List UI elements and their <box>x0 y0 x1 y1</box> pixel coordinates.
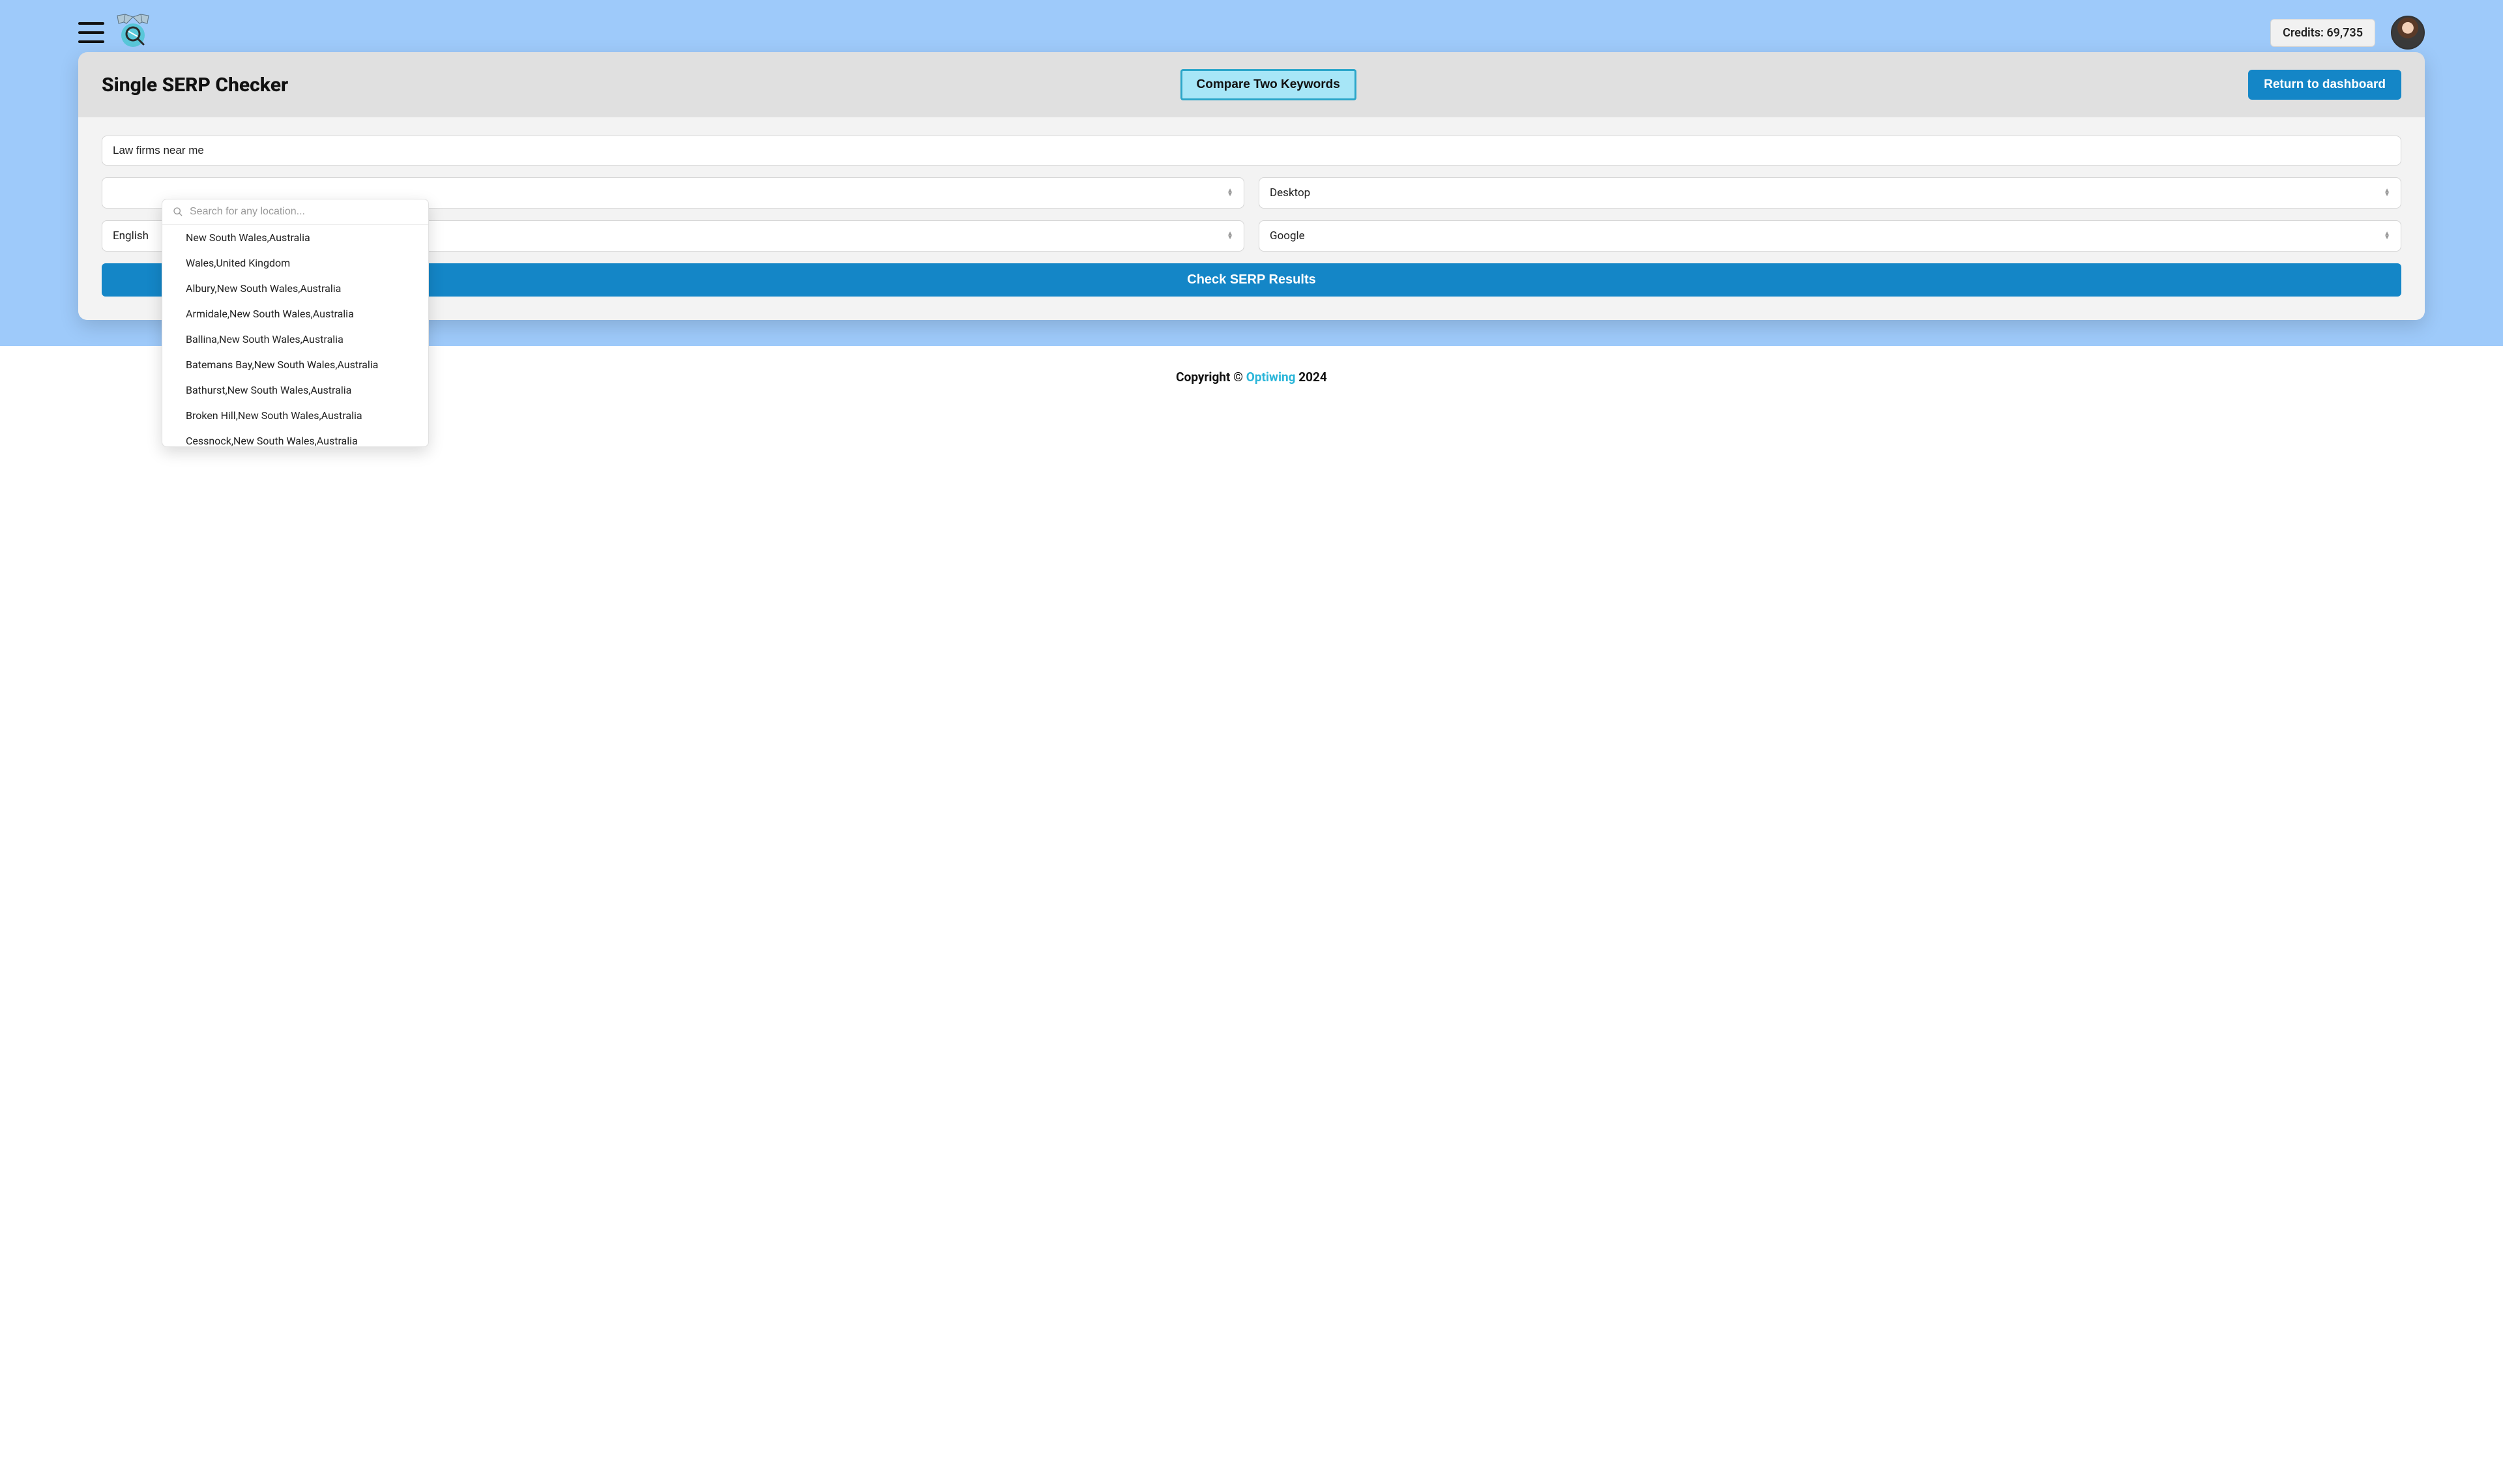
location-option[interactable]: Armidale,New South Wales,Australia <box>162 301 428 327</box>
device-select[interactable]: Desktop ▲▼ <box>1259 177 2401 209</box>
location-dropdown: New South Wales,AustraliaWales,United Ki… <box>162 199 429 447</box>
menu-hamburger-button[interactable] <box>78 22 104 43</box>
main-card: Single SERP Checker Compare Two Keywords… <box>78 52 2425 320</box>
chevron-updown-icon: ▲▼ <box>2384 232 2390 240</box>
return-dashboard-button[interactable]: Return to dashboard <box>2248 70 2401 100</box>
chevron-updown-icon: ▲▼ <box>2384 189 2390 197</box>
location-option[interactable]: Ballina,New South Wales,Australia <box>162 327 428 352</box>
keyword-input[interactable] <box>102 136 2401 166</box>
page-title: Single SERP Checker <box>102 74 288 96</box>
location-option[interactable]: Cessnock,New South Wales,Australia <box>162 428 428 446</box>
credits-badge: Credits: 69,735 <box>2270 19 2375 47</box>
location-option[interactable]: Albury,New South Wales,Australia <box>162 276 428 301</box>
language-selected-label: English <box>113 229 149 242</box>
location-search-input[interactable] <box>190 206 418 218</box>
location-option[interactable]: Wales,United Kingdom <box>162 250 428 276</box>
compare-keywords-button[interactable]: Compare Two Keywords <box>1180 69 1356 100</box>
search-icon <box>173 207 183 217</box>
engine-select[interactable]: Google ▲▼ <box>1259 220 2401 252</box>
location-option[interactable]: Broken Hill,New South Wales,Australia <box>162 403 428 428</box>
footer-suffix: 2024 <box>1296 370 1327 385</box>
avatar[interactable] <box>2391 16 2425 50</box>
location-option[interactable]: Batemans Bay,New South Wales,Australia <box>162 352 428 377</box>
logo-icon <box>112 12 154 53</box>
location-option[interactable]: New South Wales,Australia <box>162 225 428 250</box>
check-serp-button[interactable]: Check SERP Results <box>102 263 2401 297</box>
footer-prefix: Copyright © <box>1176 370 1246 385</box>
chevron-updown-icon: ▲▼ <box>1227 189 1233 197</box>
engine-selected-label: Google <box>1270 229 1305 242</box>
credits-label: Credits: 69,735 <box>2283 26 2363 40</box>
footer-brand-link[interactable]: Optiwing <box>1246 370 1296 385</box>
chevron-updown-icon: ▲▼ <box>1227 232 1233 240</box>
location-option[interactable]: Bathurst,New South Wales,Australia <box>162 377 428 403</box>
device-selected-label: Desktop <box>1270 186 1310 199</box>
location-options-list: New South Wales,AustraliaWales,United Ki… <box>162 225 428 446</box>
topbar: Credits: 69,735 <box>0 0 2503 52</box>
